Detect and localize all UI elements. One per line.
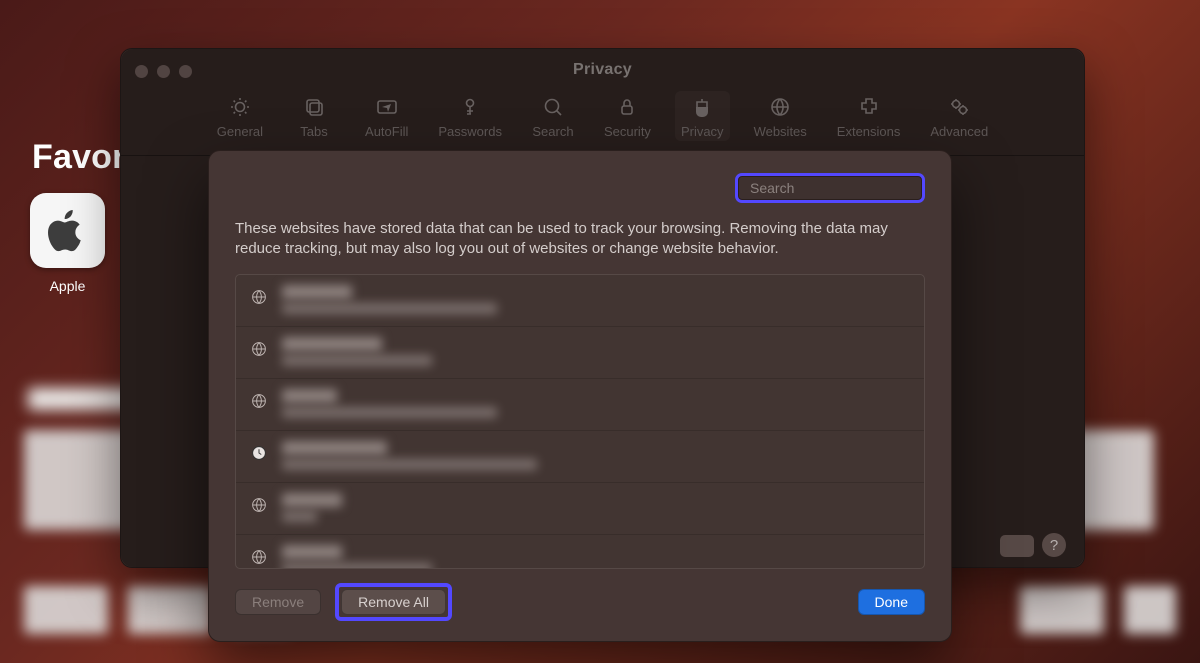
website-data-list[interactable] bbox=[235, 274, 925, 570]
website-data-row[interactable] bbox=[236, 535, 924, 570]
globe-icon bbox=[250, 392, 268, 410]
details-button[interactable] bbox=[1000, 535, 1034, 557]
sheet-description: These websites have stored data that can… bbox=[235, 219, 915, 260]
search-field-wrap[interactable] bbox=[735, 173, 925, 203]
globe-icon bbox=[250, 340, 268, 358]
search-input[interactable] bbox=[750, 180, 931, 196]
done-button[interactable]: Done bbox=[858, 589, 925, 615]
globe-icon bbox=[250, 288, 268, 306]
minimize-window-icon[interactable] bbox=[157, 65, 170, 78]
remove-all-highlight: Remove All bbox=[335, 583, 452, 621]
website-data-row[interactable] bbox=[236, 431, 924, 483]
website-text bbox=[282, 285, 497, 318]
bookmark-apple[interactable]: Apple bbox=[30, 193, 105, 294]
globe-icon bbox=[250, 496, 268, 514]
thumbnail bbox=[1020, 586, 1104, 634]
bookmark-tile bbox=[30, 193, 105, 268]
website-text bbox=[282, 337, 432, 370]
help-button[interactable]: ? bbox=[1042, 533, 1066, 557]
website-text bbox=[282, 493, 342, 526]
website-data-sheet: These websites have stored data that can… bbox=[208, 150, 952, 642]
bookmark-label: Apple bbox=[30, 278, 105, 294]
remove-all-button[interactable]: Remove All bbox=[341, 589, 446, 615]
zoom-window-icon[interactable] bbox=[179, 65, 192, 78]
remove-button[interactable]: Remove bbox=[235, 589, 321, 615]
website-data-row[interactable] bbox=[236, 483, 924, 535]
website-data-row[interactable] bbox=[236, 275, 924, 327]
website-data-row[interactable] bbox=[236, 327, 924, 379]
sheet-footer: Remove Remove All Done bbox=[235, 583, 925, 621]
apple-logo-icon bbox=[48, 207, 88, 255]
close-window-icon[interactable] bbox=[135, 65, 148, 78]
thumbnail bbox=[1124, 586, 1176, 634]
thumbnail bbox=[128, 586, 212, 634]
website-text bbox=[282, 545, 432, 570]
thumbnail bbox=[24, 586, 108, 634]
globe-icon bbox=[250, 548, 268, 566]
history-icon bbox=[250, 444, 268, 462]
website-text bbox=[282, 389, 497, 422]
website-data-row[interactable] bbox=[236, 379, 924, 431]
window-traffic-lights[interactable] bbox=[135, 65, 192, 78]
website-text bbox=[282, 441, 537, 474]
